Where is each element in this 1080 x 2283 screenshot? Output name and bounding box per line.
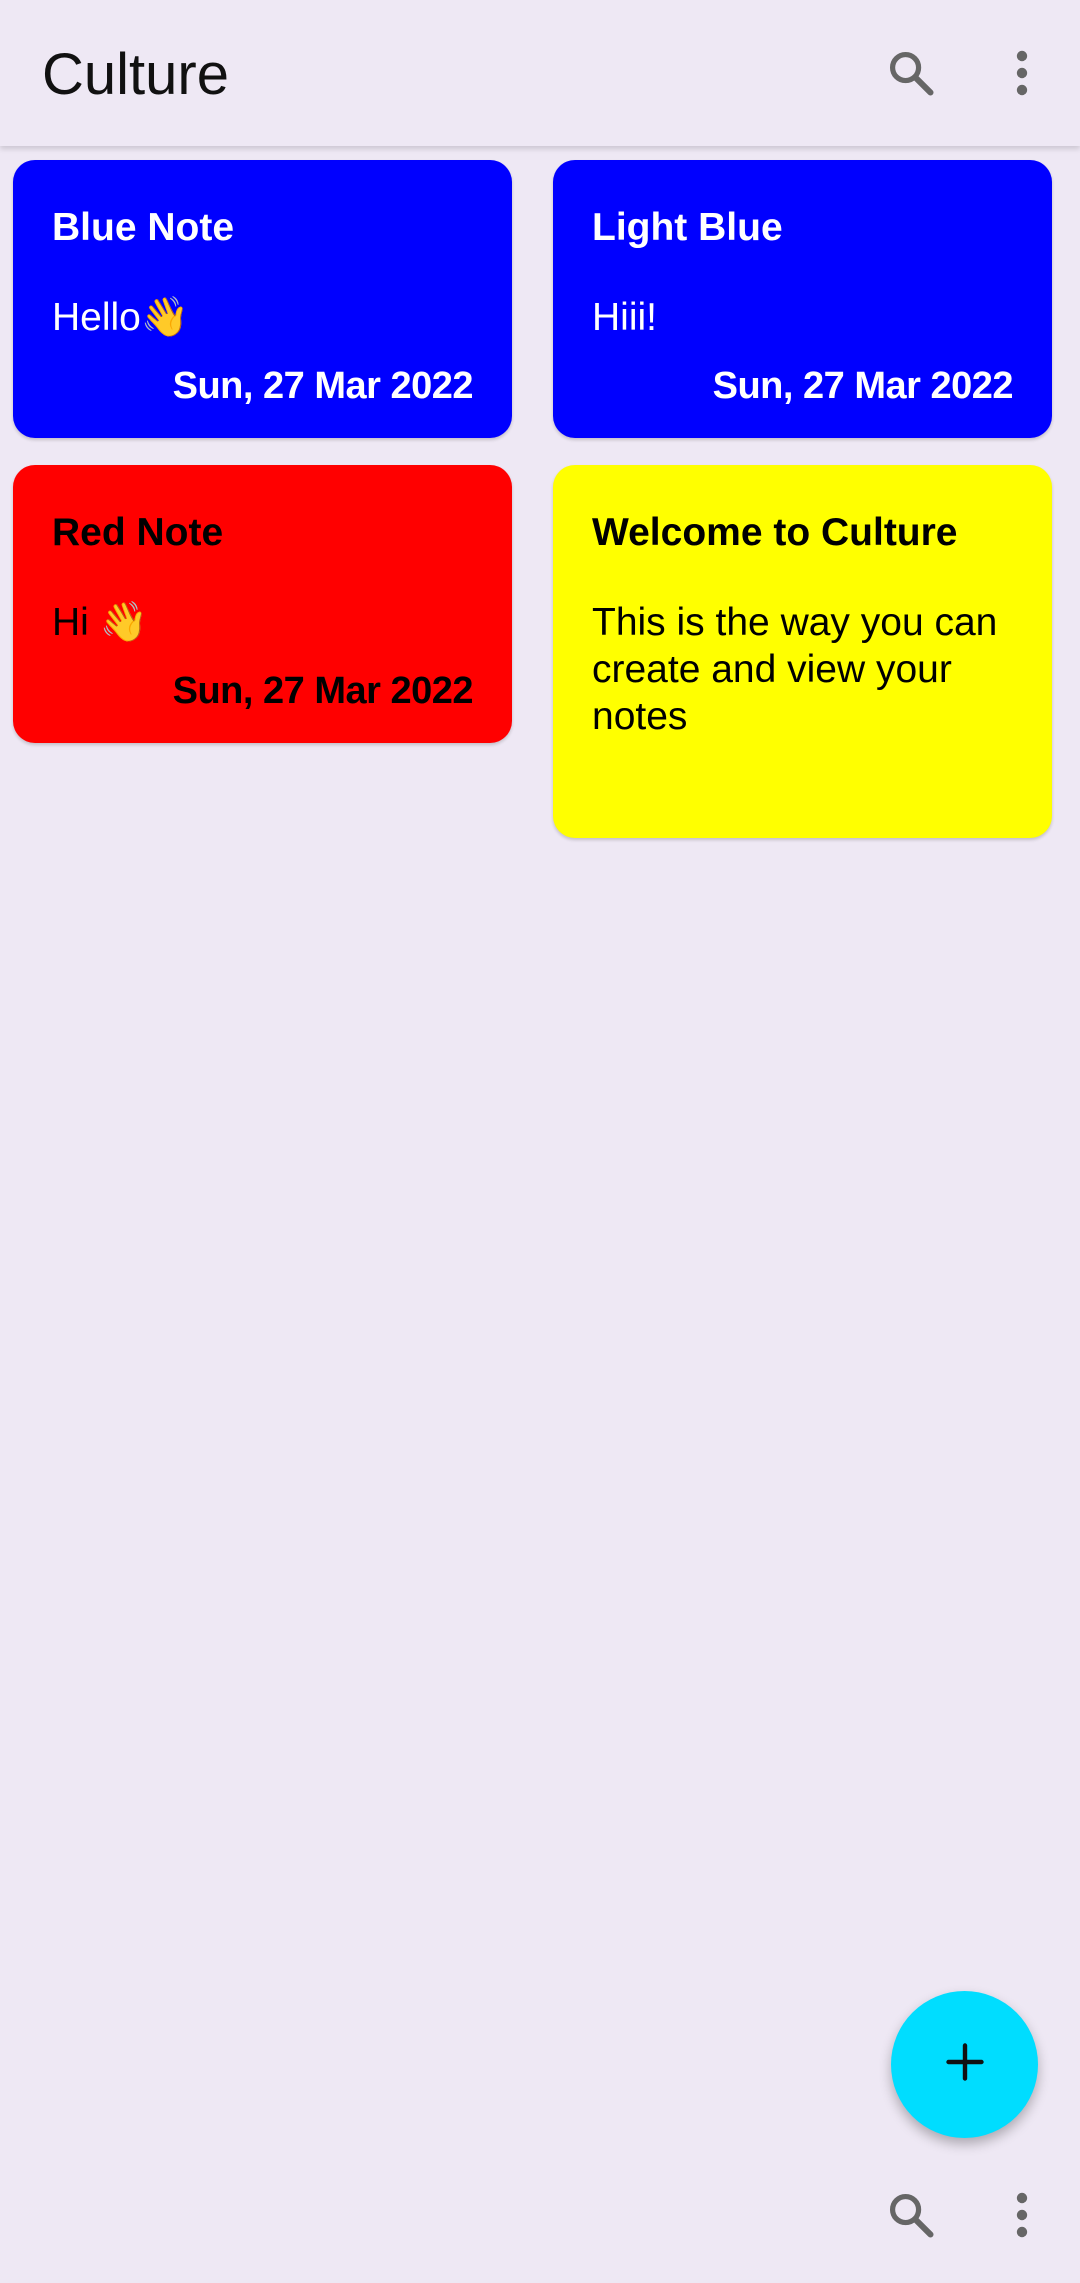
note-body: Hi 👋: [52, 601, 149, 644]
note-card[interactable]: Welcome to Culture This is the way you c…: [553, 465, 1052, 838]
note-body: This is the way you can create and view …: [592, 601, 998, 738]
more-options-button[interactable]: [977, 28, 1067, 118]
note-date: Sun, 27 Mar 2022: [172, 670, 474, 712]
note-body: Hiii!: [592, 296, 657, 339]
bottom-more-options-button[interactable]: [977, 2170, 1067, 2260]
plus-icon: [943, 2040, 987, 2089]
search-icon: [885, 2189, 937, 2241]
note-title: Light Blue: [592, 206, 783, 249]
note-title: Red Note: [52, 511, 224, 554]
note-card[interactable]: Light Blue Hiii! Sun, 27 Mar 2022: [553, 160, 1052, 438]
note-card[interactable]: Blue Note Hello👋 Sun, 27 Mar 2022: [13, 160, 512, 438]
more-vert-icon: [1012, 2191, 1032, 2239]
note-date: Sun, 27 Mar 2022: [712, 365, 1014, 407]
search-icon: [885, 47, 937, 99]
more-vert-icon: [1012, 49, 1032, 97]
add-note-button[interactable]: [891, 1991, 1038, 2138]
note-body: Hello👋: [52, 296, 190, 339]
note-title: Welcome to Culture: [592, 511, 958, 554]
note-title: Blue Note: [52, 206, 235, 249]
note-date: Sun, 27 Mar 2022: [172, 365, 474, 407]
search-button[interactable]: [866, 28, 956, 118]
top-app-bar: Culture: [0, 0, 1080, 146]
bottom-search-button[interactable]: [866, 2170, 956, 2260]
note-card[interactable]: Red Note Hi 👋 Sun, 27 Mar 2022: [13, 465, 512, 743]
app-title: Culture: [42, 42, 229, 107]
